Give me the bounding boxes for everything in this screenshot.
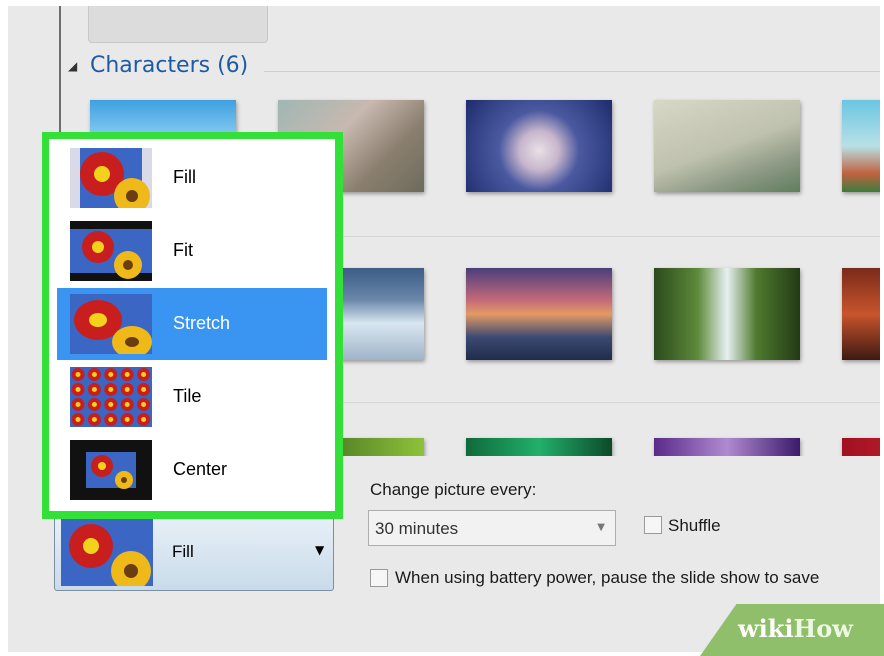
option-label: Stretch bbox=[173, 313, 231, 333]
option-label: Tile bbox=[173, 386, 202, 406]
wallpaper-thumbnail[interactable] bbox=[466, 100, 612, 192]
picture-position-value: Fill bbox=[172, 542, 194, 561]
flower-stretch-icon bbox=[70, 294, 152, 354]
previous-group-thumbnail[interactable] bbox=[88, 6, 268, 43]
wallpaper-thumbnail[interactable] bbox=[466, 268, 612, 360]
wallpaper-thumbnail[interactable] bbox=[842, 100, 880, 192]
group-header-characters[interactable]: ◢ Characters (6) bbox=[68, 50, 880, 84]
wallpaper-thumbnail[interactable] bbox=[466, 438, 612, 458]
shuffle-label: Shuffle bbox=[668, 516, 721, 535]
shuffle-checkbox[interactable] bbox=[644, 516, 662, 534]
chevron-down-icon[interactable]: ▼ bbox=[315, 543, 324, 557]
option-tile[interactable]: Tile bbox=[57, 361, 327, 433]
flower-fill-icon bbox=[61, 516, 153, 586]
option-label: Fit bbox=[173, 240, 193, 260]
interval-select[interactable]: 30 minutes ▼ bbox=[368, 510, 616, 546]
option-label: Fill bbox=[173, 167, 196, 187]
flower-tile-icon bbox=[70, 367, 152, 427]
highlight-annotation: Fill Fit Stretch Tile Center bbox=[42, 132, 343, 519]
collapse-arrow-icon[interactable]: ◢ bbox=[68, 59, 77, 73]
option-label: Center bbox=[173, 459, 228, 479]
wallpaper-thumbnail[interactable] bbox=[842, 438, 880, 458]
flower-center-icon bbox=[70, 440, 152, 500]
wallpaper-thumbnail[interactable] bbox=[654, 438, 800, 458]
option-fill[interactable]: Fill bbox=[57, 142, 327, 214]
dropdown-arrow-icon: ▼ bbox=[597, 522, 605, 533]
screenshot: ◢ Characters (6) Change picture every: 3… bbox=[0, 0, 884, 656]
change-picture-label: Change picture every: bbox=[370, 480, 537, 499]
logo-how: How bbox=[793, 614, 853, 643]
interval-value: 30 minutes bbox=[375, 519, 459, 538]
flower-fit-icon bbox=[70, 221, 152, 281]
picture-position-button[interactable]: Fill ▼ bbox=[54, 511, 334, 591]
picture-position-list[interactable]: Fill Fit Stretch Tile Center bbox=[49, 139, 335, 511]
wallpaper-thumbnail[interactable] bbox=[654, 100, 800, 192]
flower-fill-icon bbox=[70, 148, 152, 208]
battery-label: When using battery power, pause the slid… bbox=[395, 568, 820, 587]
option-stretch[interactable]: Stretch bbox=[57, 288, 327, 360]
option-center[interactable]: Center bbox=[57, 434, 327, 506]
group-divider bbox=[264, 71, 880, 72]
option-fit[interactable]: Fit bbox=[57, 215, 327, 287]
logo-wiki: wiki bbox=[738, 614, 794, 643]
wallpaper-thumbnail[interactable] bbox=[842, 268, 880, 360]
wallpaper-thumbnail[interactable] bbox=[654, 268, 800, 360]
wikihow-logo: wikiHow bbox=[738, 614, 853, 643]
group-label: Characters (6) bbox=[90, 53, 249, 78]
battery-checkbox[interactable] bbox=[370, 569, 388, 587]
